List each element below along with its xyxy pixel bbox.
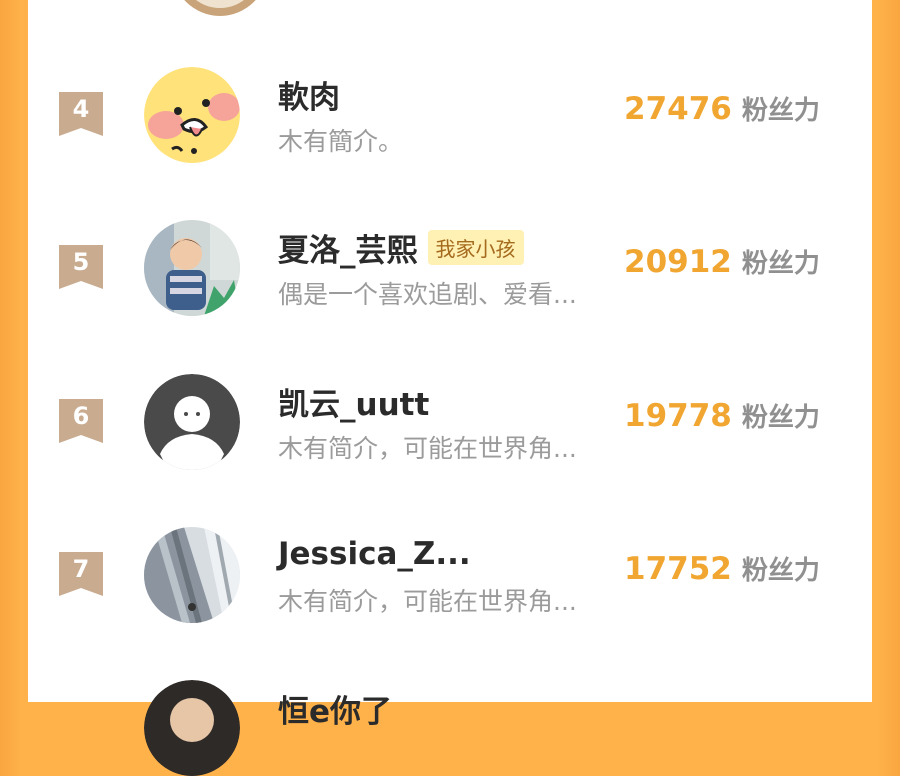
avatar[interactable] (172, 0, 268, 16)
user-bio: 木有简介，可能在世界角... (278, 434, 577, 463)
rank-badge: 7 (59, 552, 103, 596)
user-name-line: Jessica_Z... (278, 534, 471, 574)
user-name[interactable]: 軟肉 (278, 72, 340, 117)
ranking-row[interactable]: 7 Jessica_Z... 木有简介，可能在世界角... 17752 粉丝力 (28, 520, 872, 650)
fan-score: 19778 粉丝力 (624, 397, 820, 434)
avatar[interactable] (144, 680, 240, 776)
score-value: 17752 (624, 551, 732, 587)
user-name[interactable]: Jessica_Z... (278, 536, 471, 572)
rank-badge: 4 (59, 92, 103, 136)
score-unit: 粉丝力 (741, 96, 820, 126)
score-unit: 粉丝力 (741, 403, 820, 433)
ranking-row[interactable]: 5 夏洛_芸熙 我家小孩 偶是一个喜欢追剧、爱看... 20912 粉丝力 (28, 213, 872, 343)
fan-score: 27476 粉丝力 (624, 90, 820, 127)
score-value: 19778 (624, 398, 732, 434)
rank-number: 4 (72, 95, 90, 123)
architecture-photo-avatar[interactable] (144, 527, 240, 623)
ranking-panel: 4 軟肉 木有簡介。 27476 粉丝力 5 夏洛_芸熙 我家小孩 偶是一个喜欢… (28, 0, 872, 776)
cartoon-face-avatar[interactable] (144, 67, 240, 163)
score-unit: 粉丝力 (741, 556, 820, 586)
default-user-avatar[interactable] (144, 374, 240, 470)
user-name-line: 夏洛_芸熙 我家小孩 (278, 225, 524, 270)
user-name[interactable]: 夏洛_芸熙 (278, 225, 418, 270)
rank-badge: 6 (59, 399, 103, 443)
user-tag-badge: 我家小孩 (427, 229, 524, 265)
rank-badge: 5 (59, 245, 103, 289)
user-name[interactable]: 凯云_uutt (278, 379, 429, 424)
user-bio: 木有簡介。 (278, 127, 404, 156)
score-value: 20912 (624, 244, 732, 280)
fan-score: 20912 粉丝力 (624, 243, 820, 280)
score-value: 27476 (624, 91, 732, 127)
user-name-line: 軟肉 (278, 72, 340, 117)
ranking-row[interactable]: 6 凯云_uutt 木有简介，可能在世界角... 19778 粉丝力 (28, 367, 872, 497)
fan-score: 17752 粉丝力 (624, 550, 820, 587)
user-name-line: 凯云_uutt (278, 379, 429, 424)
user-bio: 木有简介，可能在世界角... (278, 587, 577, 616)
score-unit: 粉丝力 (741, 249, 820, 279)
child-photo-avatar[interactable] (144, 220, 240, 316)
rank-number: 6 (72, 402, 90, 430)
user-bio: 偶是一个喜欢追剧、爱看... (278, 280, 577, 309)
user-name[interactable]: 恒e你了 (278, 686, 392, 731)
ranking-row[interactable]: 4 軟肉 木有簡介。 27476 粉丝力 (28, 60, 872, 190)
rank-number: 7 (72, 555, 90, 583)
rank-number: 5 (72, 248, 90, 276)
